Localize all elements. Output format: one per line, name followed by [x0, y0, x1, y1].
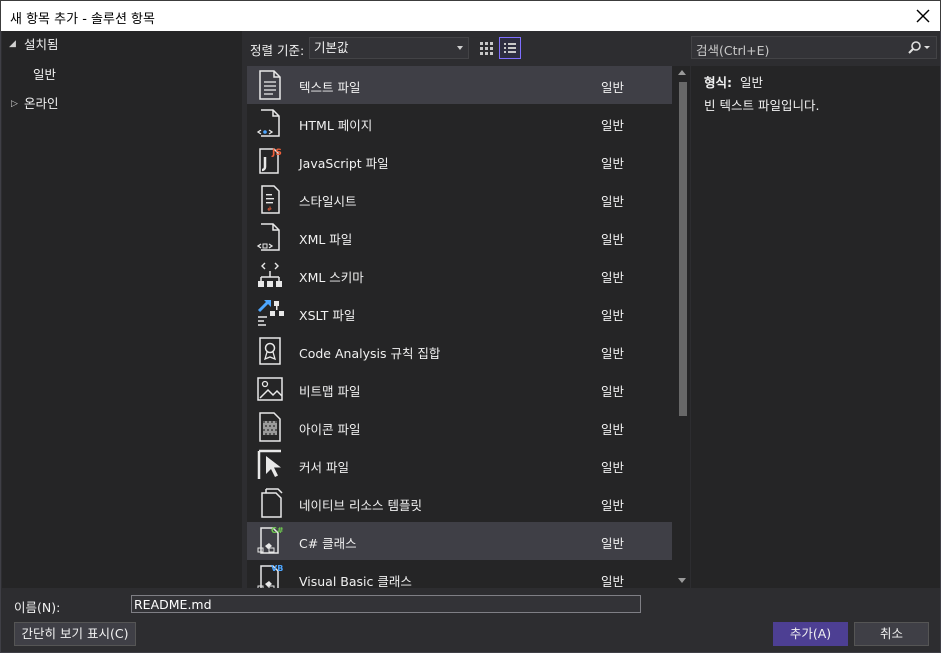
- html-page-icon: [256, 109, 280, 137]
- chevron-down-icon: [457, 46, 463, 50]
- grid-icon: [480, 42, 493, 55]
- icon-file-icon: [259, 412, 281, 442]
- expanded-arrow-icon[interactable]: ◢: [9, 39, 16, 49]
- csharp-class-icon: C#: [257, 526, 284, 554]
- tree-item-installed[interactable]: 설치됨: [24, 34, 59, 56]
- template-name: HTML 페이지: [299, 118, 373, 133]
- grid-view-button[interactable]: [476, 37, 498, 59]
- sort-value: 기본값: [314, 40, 349, 55]
- template-category: 일반: [601, 498, 625, 513]
- svg-text:VB: VB: [271, 564, 283, 573]
- close-icon[interactable]: [912, 5, 934, 27]
- scroll-up-icon[interactable]: [678, 70, 686, 75]
- name-label: 이름(N):: [14, 600, 61, 615]
- xml-schema-icon: [258, 262, 282, 287]
- template-name: XML 스키마: [299, 270, 364, 285]
- svg-text:JS: JS: [271, 148, 282, 158]
- template-category: 일반: [601, 118, 625, 133]
- template-list: 텍스트 파일 일반 HTML 페이지 일반 JS JavaScript 파일 일반 # 스타일시…: [247, 66, 690, 588]
- template-row[interactable]: 비트맵 파일 일반: [247, 370, 672, 408]
- ruleset-icon: [259, 337, 281, 365]
- scroll-thumb[interactable]: [679, 82, 687, 416]
- template-row[interactable]: XML 파일 일반: [247, 218, 672, 256]
- collapsed-arrow-icon[interactable]: ▷: [11, 99, 18, 109]
- dialog-body: ◢ 설치됨 일반 ▷ 온라인 정렬 기준: 기본값 검색(Ctrl+E) 텍스트…: [0, 31, 941, 653]
- category-tree: ◢ 설치됨 일반 ▷ 온라인: [2, 31, 242, 588]
- template-category: 일반: [601, 460, 625, 475]
- compact-view-button[interactable]: 간단히 보기 표시(C): [14, 622, 136, 646]
- sort-label: 정렬 기준:: [250, 43, 305, 58]
- template-row[interactable]: JS JavaScript 파일 일반: [247, 142, 672, 180]
- list-icon: [504, 43, 516, 53]
- template-row[interactable]: VB Visual Basic 클래스 일반: [247, 560, 672, 588]
- xml-file-icon: [256, 223, 280, 251]
- template-category: 일반: [601, 156, 625, 171]
- template-name: 텍스트 파일: [299, 80, 361, 95]
- template-row[interactable]: 텍스트 파일 일반: [247, 66, 672, 104]
- text-file-icon: [259, 70, 281, 100]
- template-row[interactable]: # 스타일시트 일반: [247, 180, 672, 218]
- list-view-button[interactable]: [499, 37, 521, 59]
- template-row[interactable]: 커서 파일 일반: [247, 446, 672, 484]
- template-name: Visual Basic 클래스: [299, 574, 412, 588]
- template-category: 일반: [601, 194, 625, 209]
- template-category: 일반: [601, 346, 625, 361]
- template-category: 일반: [601, 536, 625, 551]
- cancel-button[interactable]: 취소: [854, 622, 929, 646]
- template-category: 일반: [601, 384, 625, 399]
- template-category: 일반: [601, 574, 625, 588]
- search-box[interactable]: 검색(Ctrl+E): [691, 36, 937, 59]
- tree-item-online[interactable]: 온라인: [24, 93, 59, 115]
- template-name: Code Analysis 규칙 집합: [299, 346, 441, 361]
- window-title: 새 항목 추가 - 솔루션 항목: [10, 12, 155, 27]
- xslt-file-icon: [257, 299, 284, 326]
- template-name: 비트맵 파일: [299, 384, 361, 399]
- template-category: 일반: [601, 80, 625, 95]
- template-category: 일반: [601, 308, 625, 323]
- template-category: 일반: [601, 232, 625, 247]
- resource-template-icon: [261, 488, 283, 518]
- template-name: 네이티브 리소스 템플릿: [299, 498, 422, 513]
- sort-dropdown[interactable]: 기본값: [309, 37, 469, 59]
- template-name: XSLT 파일: [299, 308, 356, 323]
- template-name: XML 파일: [299, 232, 353, 247]
- template-row[interactable]: HTML 페이지 일반: [247, 104, 672, 142]
- template-name: 커서 파일: [299, 460, 349, 475]
- svg-text:C#: C#: [271, 526, 284, 535]
- template-row[interactable]: C# C# 클래스 일반: [247, 522, 672, 560]
- template-description: 빈 텍스트 파일입니다.: [704, 98, 820, 113]
- template-name: 아이콘 파일: [299, 422, 361, 437]
- template-name: JavaScript 파일: [299, 156, 389, 171]
- template-info-panel: 형식: 일반 빈 텍스트 파일입니다.: [691, 66, 940, 588]
- search-icon[interactable]: [906, 40, 932, 56]
- template-category: 일반: [601, 422, 625, 437]
- template-row[interactable]: 아이콘 파일 일반: [247, 408, 672, 446]
- title-bar: 새 항목 추가 - 솔루션 항목: [0, 0, 941, 31]
- search-placeholder: 검색(Ctrl+E): [696, 43, 770, 58]
- vertical-scrollbar[interactable]: [675, 66, 690, 588]
- stylesheet-icon: #: [261, 185, 280, 214]
- template-name: C# 클래스: [299, 536, 357, 551]
- svg-text:#: #: [267, 206, 272, 213]
- javascript-file-icon: JS: [259, 148, 282, 174]
- scroll-down-icon[interactable]: [678, 578, 686, 583]
- type-label: 형식:: [704, 75, 732, 90]
- template-name: 스타일시트: [299, 194, 357, 209]
- template-category: 일반: [601, 270, 625, 285]
- template-row[interactable]: 네이티브 리소스 템플릿 일반: [247, 484, 672, 522]
- vb-class-icon: VB: [257, 564, 283, 588]
- template-row[interactable]: XSLT 파일 일반: [247, 294, 672, 332]
- template-row[interactable]: Code Analysis 규칙 집합 일반: [247, 332, 672, 370]
- type-value: 일반: [740, 75, 764, 90]
- bitmap-file-icon: [257, 377, 283, 401]
- template-row[interactable]: XML 스키마 일반: [247, 256, 672, 294]
- add-button[interactable]: 추가(A): [773, 622, 848, 646]
- name-input[interactable]: [131, 595, 641, 613]
- cursor-file-icon: [257, 449, 281, 479]
- tree-item-general[interactable]: 일반: [33, 64, 56, 86]
